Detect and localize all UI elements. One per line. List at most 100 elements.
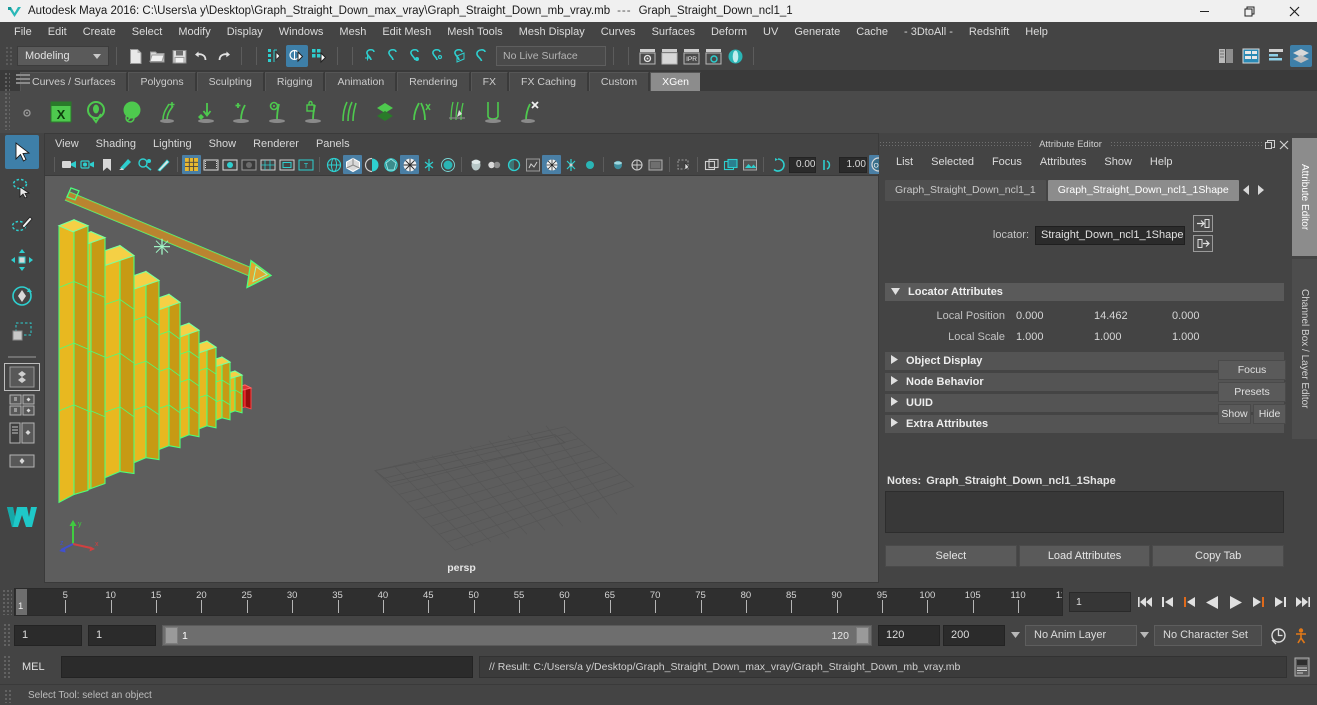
- auto-keyframe-icon[interactable]: [1267, 624, 1289, 646]
- close-panel-icon[interactable]: [1278, 139, 1290, 150]
- ae-tab-transform[interactable]: Graph_Straight_Down_ncl1_1: [885, 179, 1046, 201]
- shelf-tab-fx[interactable]: FX: [470, 72, 509, 91]
- wireframe-on-shaded-icon[interactable]: [400, 155, 419, 174]
- shadows-icon[interactable]: [504, 155, 523, 174]
- lasso-select-tool[interactable]: [5, 171, 39, 205]
- attr-local-scale-z[interactable]: 1.000: [1169, 331, 1247, 343]
- script-editor-icon[interactable]: [1291, 655, 1313, 679]
- gate-mask-icon[interactable]: [239, 155, 258, 174]
- gamma-icon[interactable]: [818, 155, 837, 174]
- screen-space-ao-icon[interactable]: [523, 155, 542, 174]
- four-view-layout[interactable]: [5, 392, 39, 418]
- step-forward-frame-icon[interactable]: [1269, 592, 1289, 612]
- character-set-dropdown-icon[interactable]: [1137, 625, 1151, 645]
- single-perspective-layout[interactable]: [4, 363, 40, 391]
- step-forward-key-icon[interactable]: [1247, 592, 1267, 612]
- snap-to-projected-center-icon[interactable]: [426, 45, 448, 67]
- xgen-clump-icon[interactable]: [476, 95, 510, 129]
- persp-graph-layout[interactable]: [5, 448, 39, 474]
- toggle-attribute-editor-icon[interactable]: [1240, 45, 1262, 67]
- menu-item-surfaces[interactable]: Surfaces: [644, 24, 703, 40]
- attr-local-position-y[interactable]: 14.462: [1091, 310, 1169, 322]
- help-line-grip[interactable]: [4, 689, 12, 703]
- show-button[interactable]: Show: [1218, 404, 1251, 424]
- menu-item-cache[interactable]: Cache: [848, 24, 896, 40]
- panel-zoom-icon[interactable]: [627, 155, 646, 174]
- shelf-tab-fx-caching[interactable]: FX Caching: [509, 72, 588, 91]
- attr-local-position-x[interactable]: 0.000: [1013, 310, 1091, 322]
- shelf-tab-rendering[interactable]: Rendering: [397, 72, 470, 91]
- toggle-layer-editor-icon[interactable]: [1290, 45, 1312, 67]
- attr-local-scale-y[interactable]: 1.000: [1091, 331, 1169, 343]
- shelf-tab-polygons[interactable]: Polygons: [128, 72, 196, 91]
- menu-item-uv[interactable]: UV: [755, 24, 786, 40]
- smooth-shade-selected-icon[interactable]: [362, 155, 381, 174]
- ae-menu-focus[interactable]: Focus: [983, 154, 1031, 170]
- safe-action-icon[interactable]: [277, 155, 296, 174]
- toggle-tool-settings-icon[interactable]: [1215, 45, 1237, 67]
- menu-item-deform[interactable]: Deform: [703, 24, 755, 40]
- xgen-delete-icon[interactable]: [512, 95, 546, 129]
- menu-item-generate[interactable]: Generate: [786, 24, 848, 40]
- xgen-density-icon[interactable]: [368, 95, 402, 129]
- exposure-icon[interactable]: [768, 155, 787, 174]
- viewport-menu-lighting[interactable]: Lighting: [153, 137, 201, 151]
- menu-item-curves[interactable]: Curves: [593, 24, 644, 40]
- range-end-handle[interactable]: [856, 626, 869, 644]
- copy-view-icon[interactable]: [702, 155, 721, 174]
- attr-local-position-z[interactable]: 0.000: [1169, 310, 1247, 322]
- render-view-icon[interactable]: [636, 45, 658, 67]
- motion-blur-icon[interactable]: [542, 155, 561, 174]
- menu-item-edit-mesh[interactable]: Edit Mesh: [374, 24, 439, 40]
- xgen-editor-icon[interactable]: X: [44, 95, 78, 129]
- menu-item-edit[interactable]: Edit: [40, 24, 75, 40]
- flat-shade-icon[interactable]: [381, 155, 400, 174]
- exposure-field[interactable]: 0.00: [789, 156, 817, 173]
- shelf-tab-rigging[interactable]: Rigging: [264, 72, 325, 91]
- xray-icon[interactable]: [419, 155, 438, 174]
- render-settings-icon[interactable]: [702, 45, 724, 67]
- two-d-pan-zoom-icon[interactable]: [135, 155, 154, 174]
- select-by-component-icon[interactable]: [308, 45, 330, 67]
- undo-icon[interactable]: [190, 45, 212, 67]
- step-back-key-icon[interactable]: [1181, 592, 1201, 612]
- scale-tool[interactable]: [5, 315, 39, 349]
- select-by-hierarchy-icon[interactable]: [264, 45, 286, 67]
- safe-title-icon[interactable]: T: [296, 155, 315, 174]
- snap-to-view-plane-icon[interactable]: [448, 45, 470, 67]
- select-button[interactable]: Select: [885, 545, 1017, 567]
- play-forwards-icon[interactable]: [1225, 592, 1245, 612]
- ae-tab-shape[interactable]: Graph_Straight_Down_ncl1_1Shape: [1047, 179, 1239, 201]
- paste-view-icon[interactable]: [721, 155, 740, 174]
- xgen-preview-icon[interactable]: [116, 95, 150, 129]
- current-time-indicator[interactable]: 1: [16, 589, 27, 615]
- menu-item-windows[interactable]: Windows: [271, 24, 332, 40]
- shelf-handle-icon[interactable]: [16, 74, 30, 84]
- tab-scroll-right-icon[interactable]: [1254, 181, 1267, 199]
- animation-preferences-icon[interactable]: [1289, 624, 1311, 646]
- menu-set-selector[interactable]: Modeling: [17, 46, 109, 66]
- range-slider-grip[interactable]: [3, 623, 11, 647]
- viewport-menu-renderer[interactable]: Renderer: [253, 137, 308, 151]
- shelf-tab-xgen[interactable]: XGen: [650, 72, 701, 91]
- go-to-start-icon[interactable]: [1137, 592, 1157, 612]
- bookmark-icon[interactable]: [97, 155, 116, 174]
- camera-attributes-icon[interactable]: [78, 155, 97, 174]
- rotate-tool[interactable]: [5, 279, 39, 313]
- node-input-connection-icon[interactable]: [1193, 215, 1213, 232]
- make-live-icon[interactable]: [470, 45, 492, 67]
- go-to-end-icon[interactable]: [1291, 592, 1311, 612]
- vtab-channel-box-layer-editor[interactable]: Channel Box / Layer Editor: [1292, 259, 1317, 439]
- menu-item-redshift[interactable]: Redshift: [961, 24, 1017, 40]
- move-tool[interactable]: [5, 243, 39, 277]
- select-camera-icon[interactable]: [59, 155, 78, 174]
- current-frame-field[interactable]: 1: [1069, 592, 1131, 612]
- xgen-create-description-icon[interactable]: [80, 95, 114, 129]
- menu-item-mesh-tools[interactable]: Mesh Tools: [439, 24, 510, 40]
- hypershade-icon[interactable]: [724, 45, 746, 67]
- shelf-tab-sculpting[interactable]: Sculpting: [196, 72, 264, 91]
- grease-pencil-icon[interactable]: [154, 155, 173, 174]
- xgen-place-guide-icon[interactable]: [188, 95, 222, 129]
- shelf-tab-animation[interactable]: Animation: [325, 72, 397, 91]
- animation-end-field[interactable]: 200: [943, 624, 1005, 646]
